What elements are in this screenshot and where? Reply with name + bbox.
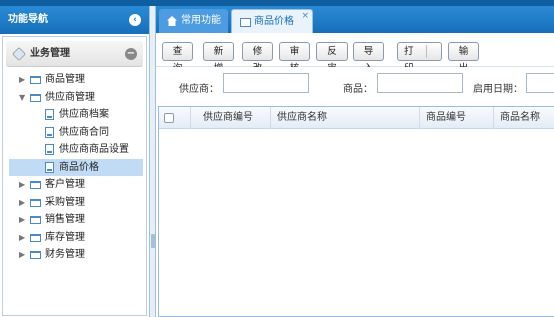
tree-leaf-node[interactable]: 供应商档案 <box>3 106 146 124</box>
tree-node-label: 财务管理 <box>45 249 85 260</box>
tree-node-label: 供应商合同 <box>59 126 109 138</box>
tree-node-label: 商品管理 <box>45 74 85 85</box>
grid-header: 供应商编号 供应商名称 商品编号 商品名称 <box>159 107 554 129</box>
tab-bar: 常用功能 商品价格 × <box>156 6 554 33</box>
panel-header-business[interactable]: 业务管理 − <box>6 41 143 67</box>
tree-node-label: 商品价格 <box>59 161 99 173</box>
filter-bar: 供应商： 商品： 启用日期： <box>156 67 554 105</box>
col-product-code[interactable]: 商品编号 <box>420 107 494 129</box>
tree-folder-node[interactable]: ▶ 财务管理 <box>3 246 146 264</box>
collapsed-arrow-icon[interactable]: ▶ <box>19 229 27 247</box>
close-tab-icon[interactable]: × <box>301 4 309 28</box>
tree-folder-node[interactable]: ▼ 供应商管理 <box>3 89 146 107</box>
select-all-checkbox[interactable] <box>164 113 174 123</box>
collapsed-arrow-icon[interactable]: ▶ <box>19 246 27 264</box>
sidebar: 功能导航 ‹ 业务管理 − ▶ 商品管理 ▼ 供应商管理供应商档案供应商合同供应商商品… <box>0 6 150 317</box>
document-icon <box>45 161 54 173</box>
supplier-label: 供应商： <box>179 84 219 95</box>
sidebar-title: 功能导航 <box>8 14 48 25</box>
tab-label: 常用功能 <box>181 15 221 26</box>
home-icon <box>167 16 177 26</box>
col-supplier-code[interactable]: 供应商编号 <box>191 107 271 129</box>
tree-node-label: 销售管理 <box>45 214 85 225</box>
collapsed-arrow-icon[interactable]: ▶ <box>19 71 27 89</box>
product-label: 商品： <box>343 84 373 95</box>
document-icon <box>45 109 54 120</box>
tree-node-label: 客户管理 <box>45 179 85 190</box>
tree-folder-node[interactable]: ▶ 销售管理 <box>3 211 146 229</box>
enable-date-label: 启用日期： <box>473 84 523 95</box>
print-dropdown-divider <box>426 45 427 58</box>
col-product-name[interactable]: 商品名称 <box>494 107 554 129</box>
folder-icon <box>30 233 41 242</box>
unreview-button[interactable]: 反审 <box>316 42 348 74</box>
tab-product-price[interactable]: 商品价格 × <box>231 9 313 33</box>
panel-collapse-icon[interactable]: − <box>125 48 137 60</box>
import-button[interactable]: 导入 <box>353 42 384 74</box>
panel-title: 业务管理 <box>30 48 70 59</box>
tree-node-label: 供应商商品设置 <box>59 144 129 155</box>
main-area: 常用功能 商品价格 × 查询 新增 修改 审核 反审 导入 打印 输出 供应商：… <box>156 6 554 317</box>
splitter-grip-icon[interactable] <box>151 234 155 248</box>
sidebar-body: 业务管理 − ▶ 商品管理 ▼ 供应商管理 供应商档案 供应商合同 供应商商品设置 商品价格 ▶… <box>2 36 147 316</box>
tab-label: 商品价格 <box>254 16 294 27</box>
tree-node-label: 供应商档案 <box>59 109 109 120</box>
data-grid: 供应商编号 供应商名称 商品编号 商品名称 <box>158 106 554 317</box>
tree-folder-node[interactable]: ▶ 客户管理 <box>3 176 146 194</box>
product-input[interactable] <box>377 73 463 93</box>
supplier-input[interactable] <box>223 73 309 93</box>
query-button[interactable]: 查询 <box>162 42 193 74</box>
tree-leaf-node[interactable]: 供应商商品设置 <box>3 141 146 159</box>
folder-icon <box>30 76 41 84</box>
sidebar-header: 功能导航 ‹ <box>0 6 149 34</box>
tree-leaf-node[interactable]: 供应商合同 <box>3 124 146 142</box>
add-button[interactable]: 新增 <box>203 42 234 74</box>
enable-date-input[interactable] <box>526 73 554 93</box>
collapsed-arrow-icon[interactable]: ▶ <box>19 176 27 194</box>
tab-common-functions[interactable]: 常用功能 <box>159 9 228 33</box>
window-icon <box>240 18 251 27</box>
export-button[interactable]: 输出 <box>448 42 479 74</box>
tree-folder-node[interactable]: ▶ 商品管理 <box>3 71 146 89</box>
folder-icon <box>30 93 41 102</box>
expanded-arrow-icon[interactable]: ▼ <box>19 89 27 107</box>
folder-icon <box>30 251 41 259</box>
document-icon <box>45 144 54 155</box>
print-button[interactable]: 打印 <box>397 42 442 74</box>
collapsed-arrow-icon[interactable]: ▶ <box>19 211 27 229</box>
select-all-cell <box>159 107 191 129</box>
business-icon <box>11 46 27 62</box>
col-supplier-name[interactable]: 供应商名称 <box>271 107 420 129</box>
nav-tree: ▶ 商品管理 ▼ 供应商管理供应商档案供应商合同供应商商品设置 商品价格 ▶ 客户管理 ▶ 采购… <box>3 71 146 264</box>
toolbar: 查询 新增 修改 审核 反审 导入 打印 输出 <box>156 33 554 74</box>
tree-folder-node[interactable]: ▶ 采购管理 <box>3 194 146 212</box>
document-icon <box>45 126 54 138</box>
collapsed-arrow-icon[interactable]: ▶ <box>19 194 27 212</box>
tree-folder-node[interactable]: ▶ 库存管理 <box>3 229 146 247</box>
review-button[interactable]: 审核 <box>279 42 310 74</box>
edit-button[interactable]: 修改 <box>242 42 273 74</box>
tree-leaf-node[interactable]: 商品价格 <box>3 158 146 176</box>
folder-icon <box>30 198 41 207</box>
collapse-sidebar-icon[interactable]: ‹ <box>129 14 141 26</box>
folder-icon <box>30 181 41 189</box>
folder-icon <box>30 216 41 224</box>
tree-node-label: 库存管理 <box>45 231 85 243</box>
tree-node-label: 采购管理 <box>45 196 85 208</box>
tree-node-label: 供应商管理 <box>45 91 95 103</box>
